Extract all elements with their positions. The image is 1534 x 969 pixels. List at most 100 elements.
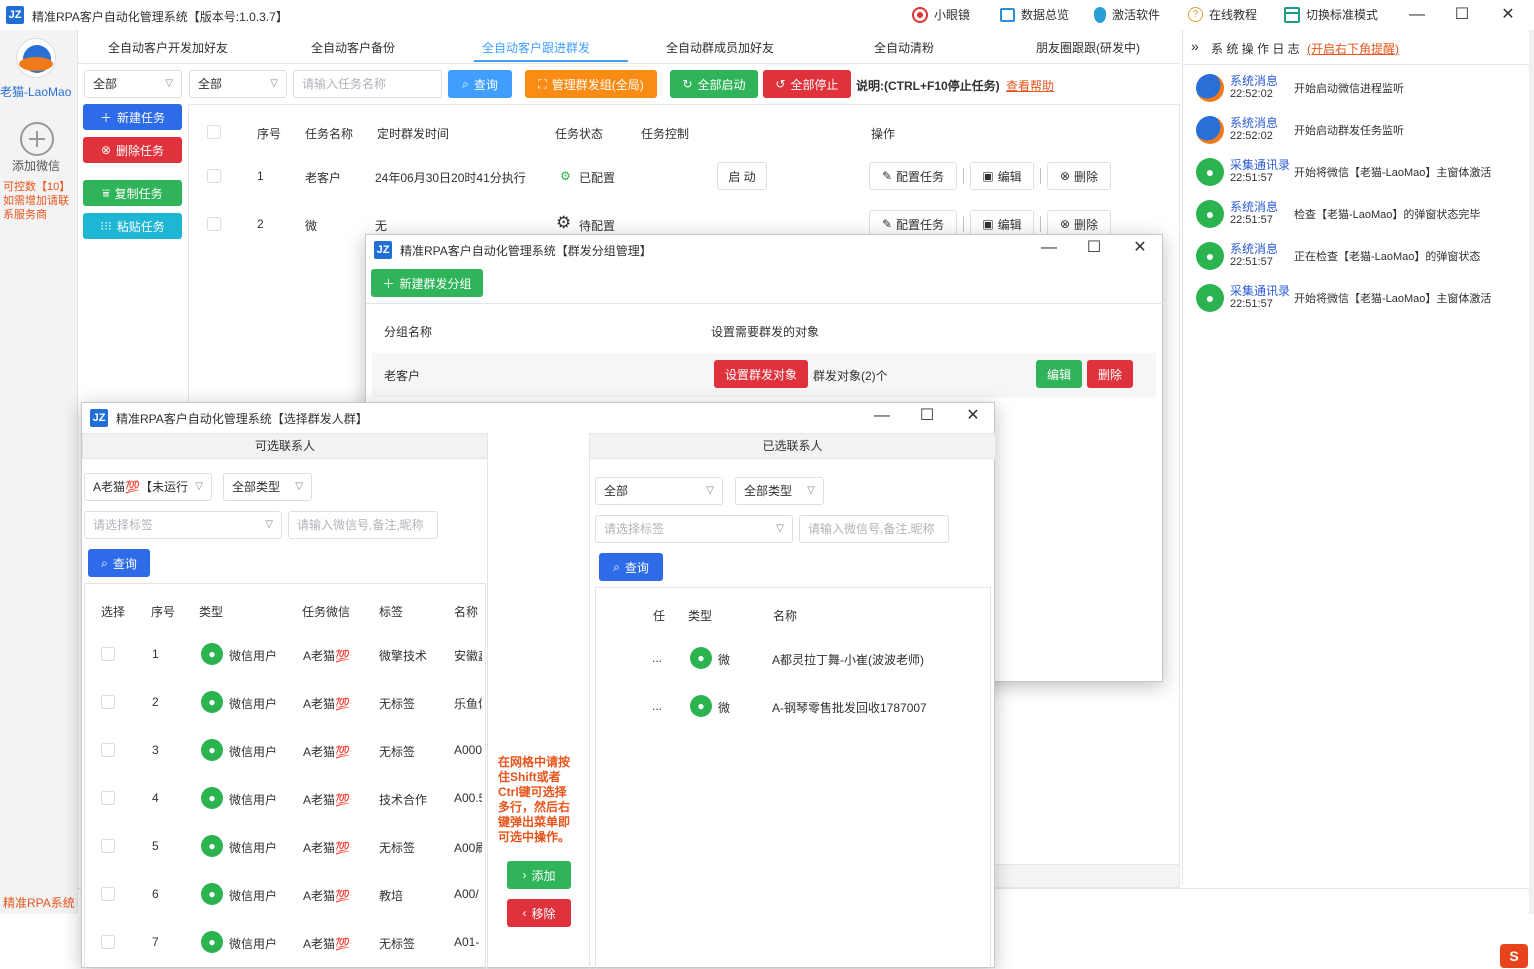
edit-group-label: 编辑 <box>1046 367 1071 382</box>
wechat-icon: ● <box>201 691 223 713</box>
tag-select[interactable]: 请选择标签 ▽ <box>84 511 282 539</box>
delete-group-button[interactable]: 删除 <box>1087 360 1133 388</box>
maximize-button[interactable]: ☐ <box>1447 4 1477 26</box>
data-overview-label: 数据总览 <box>1021 8 1070 22</box>
task-filter-value-1: 全部 <box>93 77 118 91</box>
avatar[interactable] <box>16 38 56 78</box>
right-query-button[interactable]: ⌕ 查询 <box>599 553 663 581</box>
system-avatar-icon <box>1196 116 1224 144</box>
row-checkbox[interactable] <box>101 839 115 853</box>
wechat-icon: ● <box>690 647 712 669</box>
minimize-button[interactable]: — <box>1402 4 1432 26</box>
task-filter-select-1[interactable]: 全部 ▽ <box>84 70 182 98</box>
new-task-button[interactable]: ＋ 新建任务 <box>83 104 182 130</box>
brand-logo-icon: S <box>1500 944 1528 968</box>
left-query-button[interactable]: ⌕ 查询 <box>88 549 150 577</box>
add-contact-button[interactable]: › 添加 <box>507 861 571 889</box>
edit-task-button[interactable]: ▣ 编辑 <box>970 162 1034 190</box>
row-checkbox[interactable] <box>101 743 115 757</box>
active-tab-indicator <box>474 60 628 62</box>
stop-icon: ↺ <box>775 77 786 91</box>
config-task-label: 配置任务 <box>896 217 945 232</box>
set-target-button[interactable]: 设置群发对象 <box>714 360 808 388</box>
switch-mode-button[interactable]: 切换标准模式 <box>1284 6 1378 23</box>
query-button[interactable]: ⌕ 查询 <box>448 70 512 98</box>
maximize-button[interactable]: ☐ <box>912 405 942 427</box>
row-checkbox[interactable] <box>101 647 115 661</box>
plus-icon: ＋ <box>382 276 395 291</box>
paste-task-button[interactable]: ⁝⁝⁝ 粘贴任务 <box>83 213 182 239</box>
row-checkbox[interactable] <box>101 791 115 805</box>
col-header-no: 序号 <box>151 605 176 619</box>
select-all-checkbox[interactable] <box>207 125 221 139</box>
close-button[interactable]: ✕ <box>1493 4 1523 26</box>
log-source: 采集通讯录 <box>1230 284 1291 298</box>
contact-search-input[interactable]: 请输入微信号,备注,昵称 <box>288 511 438 539</box>
row-checkbox[interactable] <box>101 935 115 949</box>
wechat-icon: ● <box>201 883 223 905</box>
delete-row-label: 删除 <box>1074 217 1099 232</box>
right-type-select[interactable]: 全部类型 ▽ <box>735 477 824 505</box>
app-logo-icon: JZ <box>90 409 108 427</box>
type-select[interactable]: 全部类型 ▽ <box>223 473 312 501</box>
col-header-no: 序号 <box>257 127 282 141</box>
help-icon: ? <box>1188 7 1203 22</box>
tab-customer-backup[interactable]: 全自动客户备份 <box>311 39 395 56</box>
minimize-button[interactable]: — <box>1034 237 1064 259</box>
collapse-icon[interactable]: » <box>1191 38 1199 54</box>
log-source: 系统消息 <box>1230 200 1279 214</box>
add-wechat-icon[interactable] <box>20 122 54 156</box>
row-task-name: 微 <box>305 219 318 233</box>
right-scrollbar[interactable] <box>1529 30 1534 914</box>
start-all-button[interactable]: ↻ 全部启动 <box>670 70 758 98</box>
account-name[interactable]: 老猫-LaoMao <box>0 83 71 100</box>
stop-all-button[interactable]: ↺ 全部停止 <box>763 70 851 98</box>
tab-group-member-add[interactable]: 全自动群成员加好友 <box>666 39 774 56</box>
maximize-button[interactable]: ☐ <box>1079 237 1109 259</box>
edit-group-button[interactable]: 编辑 <box>1036 360 1082 388</box>
task-name-search-input[interactable]: 请输入任务名称 <box>293 70 442 98</box>
row-checkbox[interactable] <box>101 695 115 709</box>
tab-follow-broadcast[interactable]: 全自动客户跟进群发 <box>482 39 590 56</box>
delete-row-button[interactable]: ⊗ 删除 <box>1047 162 1111 190</box>
col-header-name: 名称 <box>773 609 798 623</box>
tab-customer-dev[interactable]: 全自动客户开发加好友 <box>108 39 228 56</box>
col-header-target: 设置需要群发的对象 <box>711 325 820 339</box>
log-message: 开始启动群发任务监听 <box>1294 125 1404 137</box>
row-account: A老猫💯 <box>303 793 350 807</box>
row-name: A-钢琴零售批发回收1787007 <box>772 701 927 715</box>
minimize-button[interactable]: — <box>867 405 897 427</box>
tab-clean-fans[interactable]: 全自动清粉 <box>874 39 934 56</box>
start-task-button[interactable]: 启 动 <box>717 162 767 190</box>
row-checkbox[interactable] <box>207 217 221 231</box>
data-overview-button[interactable]: 数据总览 <box>1000 6 1069 23</box>
add-wechat-label[interactable]: 添加微信 <box>12 157 60 174</box>
activate-button[interactable]: 激活软件 <box>1094 6 1160 23</box>
copy-task-button[interactable]: ⩸ 复制任务 <box>83 180 182 206</box>
close-button[interactable]: ✕ <box>958 405 988 427</box>
help-link[interactable]: 查看帮助 <box>1006 77 1054 94</box>
delete-task-button[interactable]: ⊗ 删除任务 <box>83 137 182 163</box>
eye-glasses-button[interactable]: 小眼镜 <box>912 6 970 23</box>
log-notify-link[interactable]: (开启右下角提醒) <box>1307 40 1399 57</box>
divider <box>1040 168 1041 184</box>
row-checkbox[interactable] <box>207 169 221 183</box>
account-select[interactable]: A老猫💯【未运行 ▽ <box>84 473 212 501</box>
tab-moments[interactable]: 朋友圈跟跟(研发中) <box>1036 39 1140 56</box>
right-contact-search-input[interactable]: 请输入微信号,备注,昵称 <box>799 515 949 543</box>
row-task-name: 老客户 <box>305 171 342 185</box>
right-filter-select[interactable]: 全部 ▽ <box>595 477 723 505</box>
row-checkbox[interactable] <box>101 887 115 901</box>
search-icon: ⌕ <box>613 559 620 574</box>
config-task-button[interactable]: ✎ 配置任务 <box>869 162 957 190</box>
row-type: 微 <box>718 653 731 667</box>
task-filter-select-2[interactable]: 全部 ▽ <box>189 70 287 98</box>
right-tag-select[interactable]: 请选择标签 ▽ <box>595 515 793 543</box>
manage-groups-button[interactable]: ⛶ 管理群发组(全局) <box>525 70 657 98</box>
online-tutorial-button[interactable]: ? 在线教程 <box>1188 6 1257 23</box>
new-group-button[interactable]: ＋ 新建群发分组 <box>371 269 483 297</box>
col-header-name: 名称 <box>454 605 479 619</box>
delete-group-label: 删除 <box>1097 367 1122 382</box>
remove-contact-button[interactable]: ‹ 移除 <box>507 899 571 927</box>
close-button[interactable]: ✕ <box>1125 237 1155 259</box>
